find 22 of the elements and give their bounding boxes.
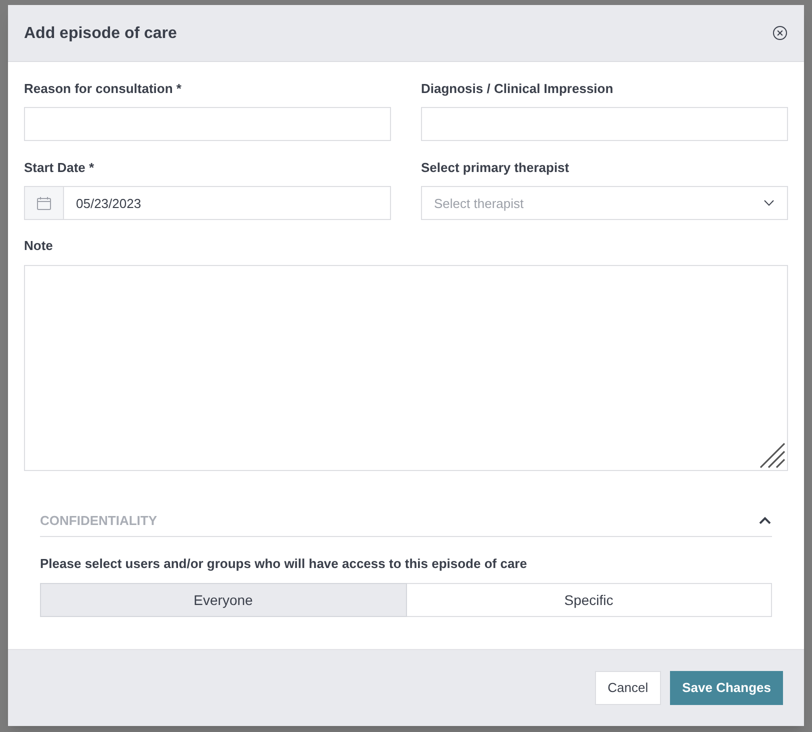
text-input[interactable] (421, 107, 788, 141)
resize-handle-icon[interactable] (760, 443, 785, 468)
section-title: CONFIDENTIALITY (40, 512, 157, 528)
save-button[interactable]: Save Changes (670, 671, 783, 705)
field-label: Start Date * (24, 160, 96, 176)
chevron-up-icon[interactable] (759, 517, 771, 524)
field-label: Select primary therapist (421, 160, 570, 176)
segment-option[interactable]: Specific (406, 583, 772, 617)
calendar-icon (37, 196, 51, 210)
select-field[interactable]: Select therapist (421, 186, 788, 220)
cancel-button[interactable]: Cancel (594, 671, 662, 705)
field-label: Diagnosis / Clinical Impression (421, 81, 614, 97)
chevron-down-icon (764, 200, 774, 206)
text-input[interactable] (24, 107, 391, 141)
date-input[interactable]: 05/23/2023 (64, 186, 391, 220)
field-label: Note (24, 238, 54, 254)
calendar-button[interactable] (24, 186, 64, 220)
access-prompt: Please select users and/or groups who will have access to this episode of care (40, 556, 528, 572)
segment-option[interactable]: Everyone (40, 583, 406, 617)
field-label: Reason for consultation * (24, 81, 182, 97)
close-icon[interactable] (773, 26, 787, 40)
dialog-title: Add episode of care (24, 24, 177, 44)
